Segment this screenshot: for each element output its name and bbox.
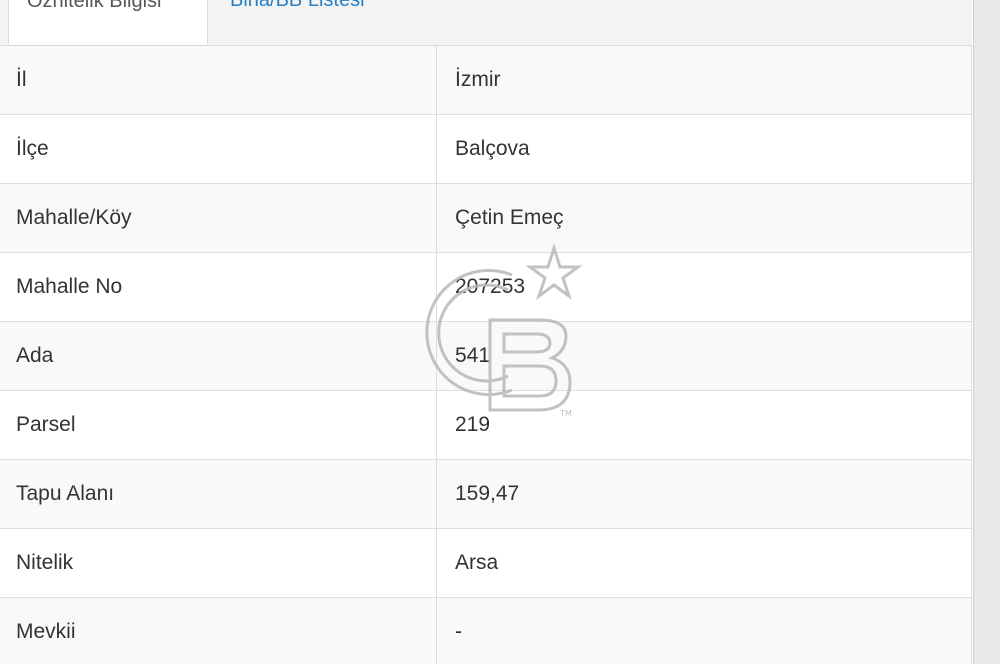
row-key: Mahalle No	[0, 252, 437, 322]
attribute-table: İl İzmir İlçe Balçova Mahalle/Köy Çetin …	[0, 46, 972, 664]
row-key: Ada	[0, 321, 437, 391]
table-row: Mahalle No 207253	[0, 252, 972, 322]
row-key: İlçe	[0, 114, 437, 184]
row-value: Çetin Emeç	[436, 183, 972, 253]
row-key: Mahalle/Köy	[0, 183, 437, 253]
row-key: Tapu Alanı	[0, 459, 437, 529]
row-value: Balçova	[436, 114, 972, 184]
row-value: -	[436, 597, 972, 664]
table-row: Parsel 219	[0, 390, 972, 460]
table-row: Nitelik Arsa	[0, 528, 972, 598]
attribute-panel: Öznitelik Bilgisi Bina/BB Listesi İl İzm…	[0, 0, 1000, 664]
table-row: Mahalle/Köy Çetin Emeç	[0, 183, 972, 253]
table-row: Tapu Alanı 159,47	[0, 459, 972, 529]
tab-bar: Öznitelik Bilgisi Bina/BB Listesi	[0, 0, 972, 46]
tab-building-list-label: Bina/BB Listesi	[230, 0, 365, 11]
table-row: Mevkii -	[0, 597, 972, 664]
table-row: İl İzmir	[0, 46, 972, 115]
table-row: Ada 541	[0, 321, 972, 391]
table-row: İlçe Balçova	[0, 114, 972, 184]
row-value: 159,47	[436, 459, 972, 529]
row-value: 207253	[436, 252, 972, 322]
row-key: Parsel	[0, 390, 437, 460]
row-value: Arsa	[436, 528, 972, 598]
row-key: İl	[0, 46, 437, 115]
vertical-scrollbar[interactable]	[973, 0, 1000, 664]
row-value: İzmir	[436, 46, 972, 115]
tab-building-list[interactable]: Bina/BB Listesi	[230, 0, 430, 45]
row-value: 541	[436, 321, 972, 391]
tab-attribute-info-label: Öznitelik Bilgisi	[27, 0, 162, 12]
tab-attribute-info[interactable]: Öznitelik Bilgisi	[8, 0, 208, 45]
row-key: Mevkii	[0, 597, 437, 664]
row-key: Nitelik	[0, 528, 437, 598]
row-value: 219	[436, 390, 972, 460]
